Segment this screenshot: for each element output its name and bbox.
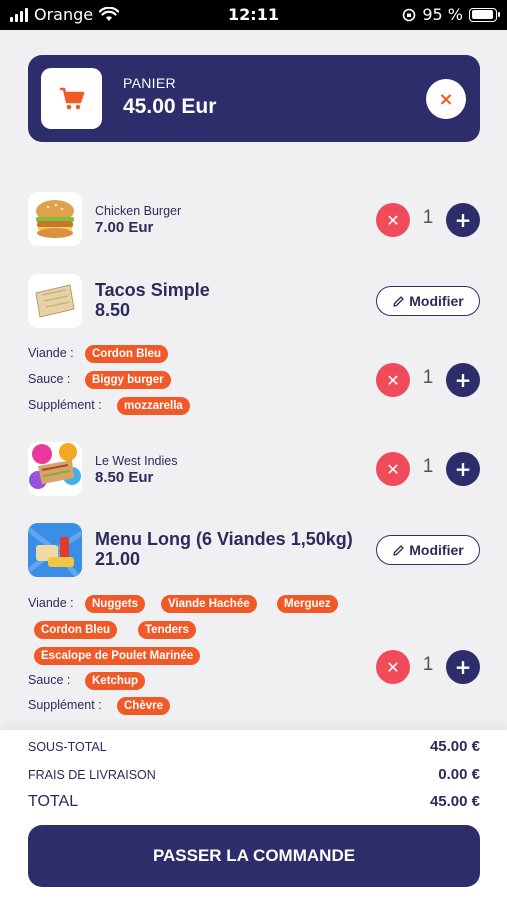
remove-icon: ✕ [386, 370, 400, 390]
option-tag: Nuggets [85, 595, 145, 613]
subtotal-value: 45.00 € [429, 738, 480, 755]
remove-icon: ✕ [386, 657, 400, 677]
plus-icon: + [454, 655, 472, 679]
option-label: Sauce : [28, 673, 71, 687]
status-bar: Orange 12:11 95 % [0, 0, 507, 30]
remove-icon: ✕ [386, 459, 400, 479]
subtotal-label: SOUS-TOTAL [28, 740, 107, 754]
remove-icon: ✕ [386, 210, 400, 230]
modify-button[interactable]: Modifier [376, 535, 480, 565]
close-button[interactable]: × [426, 79, 466, 119]
modify-label: Modifier [409, 542, 464, 558]
option-label: Sauce : [28, 372, 71, 386]
quantity-stepper: ✕ 1 + [376, 452, 480, 486]
item-price: 8.50 [95, 300, 131, 320]
add-button[interactable]: + [446, 452, 480, 486]
battery-percent: 95 % [422, 5, 463, 24]
cart-title: PANIER [123, 75, 176, 91]
subtotal-row: SOUS-TOTAL 45.00 € [28, 738, 480, 758]
tacos-image [28, 274, 82, 328]
option-tag: Biggy burger [85, 371, 171, 389]
option-tag: Cordon Bleu [34, 621, 117, 639]
delivery-label: FRAIS DE LIVRAISON [28, 768, 156, 782]
option-label: Supplément : [28, 698, 102, 712]
battery-icon [469, 7, 500, 22]
checkout-button[interactable]: PASSER LA COMMANDE [28, 825, 480, 887]
modify-label: Modifier [409, 293, 464, 309]
option-label: Viande : [28, 346, 74, 360]
option-tag: Viande Hachée [161, 595, 257, 613]
plus-icon: + [454, 368, 472, 392]
order-summary: SOUS-TOTAL 45.00 € FRAIS DE LIVRAISON 0.… [0, 730, 507, 900]
chicken-burger-image [28, 192, 82, 246]
option-tag: mozzarella [117, 397, 190, 415]
total-label: TOTAL [28, 793, 79, 810]
option-tag: Cordon Bleu [85, 345, 168, 363]
remove-button[interactable]: ✕ [376, 203, 410, 237]
option-tag: Merguez [277, 595, 338, 613]
item-price: 21.00 [95, 549, 141, 569]
cart-item: Menu Long (6 Viandes 1,50kg) 21.00 Modif… [28, 523, 480, 730]
remove-button[interactable]: ✕ [376, 363, 410, 397]
quantity-value: 1 [422, 207, 434, 228]
add-button[interactable]: + [446, 650, 480, 684]
cart-icon [41, 68, 102, 129]
option-label: Supplément : [28, 398, 102, 412]
menu-long-image [28, 523, 82, 577]
item-price: 7.00 Eur [95, 219, 154, 236]
plus-icon: + [454, 208, 472, 232]
option-tag: Tenders [138, 621, 196, 639]
remove-button[interactable]: ✕ [376, 452, 410, 486]
delivery-row: FRAIS DE LIVRAISON 0.00 € [28, 766, 480, 786]
quantity-stepper: ✕ 1 + [376, 650, 480, 684]
item-name: Le West Indies [95, 454, 178, 468]
quantity-stepper: ✕ 1 + [376, 203, 480, 237]
quantity-value: 1 [422, 456, 434, 477]
total-row: TOTAL 45.00 € [28, 793, 480, 815]
cart-item: Chicken Burger 7.00 Eur ✕ 1 + [28, 192, 480, 248]
delivery-value: 0.00 € [438, 766, 480, 783]
item-name: Menu Long (6 Viandes 1,50kg) [95, 529, 353, 549]
option-tag: Chèvre [117, 697, 170, 715]
pencil-icon [393, 295, 404, 307]
cart-item: Tacos Simple 8.50 Modifier Viande : Cord… [28, 274, 480, 424]
quantity-stepper: ✕ 1 + [376, 363, 480, 397]
cart-item: Le West Indies 8.50 Eur ✕ 1 + [28, 442, 480, 498]
close-icon: × [438, 88, 454, 110]
cart-items-list[interactable]: Chicken Burger 7.00 Eur ✕ 1 + Tacos Simp… [0, 170, 507, 730]
option-tag: Escalope de Poulet Marinée [34, 647, 201, 665]
item-name: Tacos Simple [95, 280, 210, 300]
pencil-icon [393, 544, 404, 556]
remove-button[interactable]: ✕ [376, 650, 410, 684]
orientation-lock-icon [403, 8, 416, 21]
item-name: Chicken Burger [95, 204, 182, 218]
total-value: 45.00 € [429, 793, 480, 810]
option-tag: Ketchup [85, 672, 145, 690]
west-indies-image [28, 442, 82, 496]
cart-header: PANIER 45.00 Eur × [28, 55, 480, 142]
quantity-value: 1 [422, 367, 434, 388]
cart-total: 45.00 Eur [123, 95, 217, 118]
item-price: 8.50 Eur [95, 469, 154, 486]
add-button[interactable]: + [446, 363, 480, 397]
option-label: Viande : [28, 596, 74, 610]
plus-icon: + [454, 457, 472, 481]
modify-button[interactable]: Modifier [376, 286, 480, 316]
add-button[interactable]: + [446, 203, 480, 237]
quantity-value: 1 [422, 654, 434, 675]
